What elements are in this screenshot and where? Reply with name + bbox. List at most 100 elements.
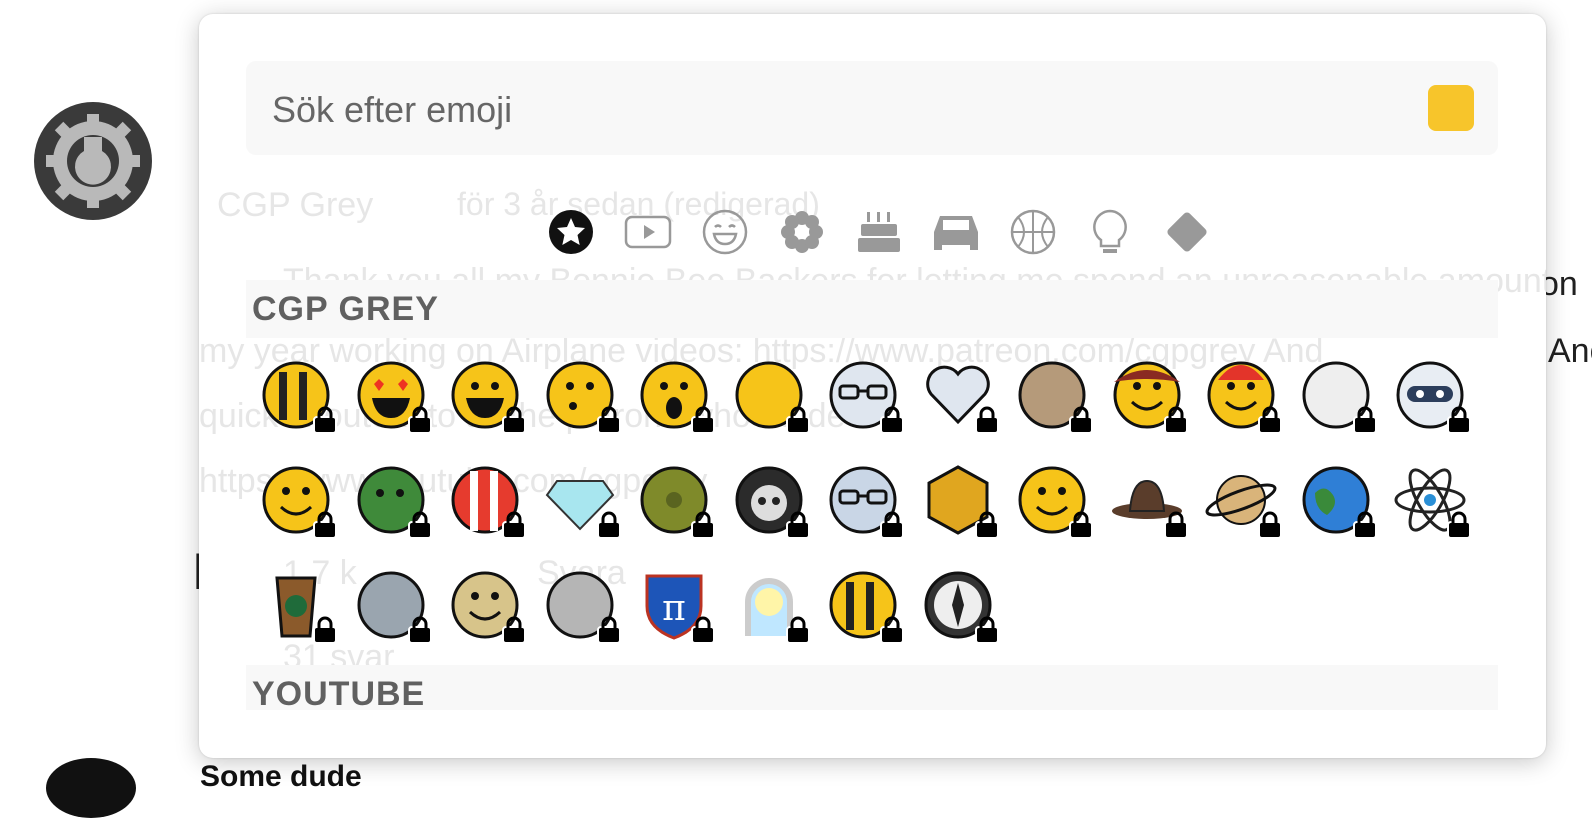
next-commenter-name[interactable]: Some dude bbox=[200, 760, 362, 794]
whistle-emoji[interactable] bbox=[540, 350, 621, 440]
fedora-emoji[interactable] bbox=[1107, 455, 1188, 545]
section-header-cgp-grey: CGP GREY bbox=[246, 280, 1498, 338]
tab-food[interactable] bbox=[847, 200, 911, 264]
lock-icon bbox=[1447, 511, 1471, 539]
lock-icon bbox=[1069, 511, 1093, 539]
lock-icon bbox=[502, 616, 526, 644]
lock-icon bbox=[1352, 406, 1377, 434]
queen-emoji[interactable] bbox=[540, 560, 621, 650]
lock-icon bbox=[785, 616, 810, 644]
lock-icon bbox=[974, 511, 999, 539]
diamond-icon bbox=[1167, 212, 1207, 252]
smile-emoji[interactable] bbox=[256, 455, 337, 545]
atom-emoji[interactable] bbox=[1390, 455, 1471, 545]
saturn-emoji[interactable] bbox=[1201, 455, 1282, 545]
emoji-search-input[interactable] bbox=[270, 79, 1374, 141]
emoji-picker: CGP Grey för 3 år sedan (redigerad) Than… bbox=[199, 14, 1546, 758]
robot-paperclip-emoji[interactable] bbox=[823, 455, 904, 545]
smiley-icon bbox=[702, 209, 748, 255]
tab-youtube[interactable] bbox=[616, 200, 680, 264]
grim-reaper-emoji[interactable] bbox=[729, 455, 810, 545]
emoji-scroll-area[interactable]: CGP GREY π YOUTUBE bbox=[246, 280, 1498, 710]
section-header-youtube: YOUTUBE bbox=[246, 665, 1498, 710]
emoji-category-bar bbox=[539, 192, 1219, 272]
robot-emoji[interactable] bbox=[1390, 350, 1471, 440]
lock-icon bbox=[313, 406, 337, 434]
gear-flask-icon bbox=[46, 114, 140, 208]
coffee-cup-emoji[interactable] bbox=[256, 560, 337, 650]
lock-icon bbox=[880, 511, 904, 539]
lock-icon bbox=[1163, 511, 1188, 539]
virus-emoji[interactable] bbox=[634, 455, 715, 545]
lock-icon bbox=[596, 511, 621, 539]
lock-icon bbox=[596, 406, 621, 434]
shark-emoji[interactable] bbox=[351, 560, 432, 650]
svg-text:π: π bbox=[662, 588, 686, 629]
heart-eyes-emoji[interactable] bbox=[351, 350, 432, 440]
coconut-emoji[interactable] bbox=[1012, 350, 1093, 440]
chicken-top-hat-emoji[interactable] bbox=[1296, 350, 1377, 440]
popcorn-emoji[interactable] bbox=[445, 455, 526, 545]
tab-travel[interactable] bbox=[924, 200, 988, 264]
lock-icon bbox=[785, 511, 810, 539]
lock-icon bbox=[407, 616, 432, 644]
skin-tone-button[interactable] bbox=[1428, 85, 1474, 131]
channel-avatar[interactable] bbox=[34, 102, 152, 220]
bee-emoji[interactable] bbox=[256, 350, 337, 440]
tab-objects[interactable] bbox=[1078, 200, 1142, 264]
hat-face-emoji[interactable] bbox=[1107, 350, 1188, 440]
tab-nature[interactable] bbox=[770, 200, 834, 264]
lock-icon bbox=[691, 511, 715, 539]
lock-icon bbox=[313, 616, 337, 644]
lock-icon bbox=[974, 406, 999, 434]
car-icon bbox=[934, 216, 978, 250]
flower-icon bbox=[781, 211, 823, 253]
lock-icon bbox=[502, 406, 526, 434]
commenter-avatar[interactable] bbox=[46, 758, 136, 818]
lock-icon bbox=[596, 616, 621, 644]
emoji-grid: π bbox=[246, 350, 1498, 665]
lock-icon bbox=[974, 616, 999, 644]
pi-sign-emoji[interactable]: π bbox=[634, 560, 715, 650]
earth-emoji[interactable] bbox=[1296, 455, 1377, 545]
lock-icon bbox=[1258, 511, 1282, 539]
tab-symbols[interactable] bbox=[1155, 200, 1219, 264]
lock-icon bbox=[1069, 406, 1093, 434]
pilot-bee-emoji[interactable] bbox=[823, 560, 904, 650]
lock-icon bbox=[691, 406, 715, 434]
laughing-emoji[interactable] bbox=[445, 350, 526, 440]
portal-emoji[interactable] bbox=[729, 560, 810, 650]
lock-icon bbox=[1352, 511, 1377, 539]
compass-emoji[interactable] bbox=[918, 560, 999, 650]
lock-icon bbox=[407, 406, 432, 434]
lock-icon bbox=[880, 406, 904, 434]
lock-icon bbox=[785, 406, 810, 434]
surprised-emoji[interactable] bbox=[634, 350, 715, 440]
tab-channel-emoji[interactable] bbox=[539, 200, 603, 264]
star-circle-icon bbox=[549, 210, 593, 254]
lock-icon bbox=[880, 616, 904, 644]
hand-sanitizer-emoji[interactable] bbox=[729, 350, 810, 440]
glasses-face-emoji[interactable] bbox=[823, 350, 904, 440]
lock-icon bbox=[502, 511, 526, 539]
thinking-emoji[interactable] bbox=[1012, 455, 1093, 545]
lock-icon bbox=[1447, 406, 1471, 434]
red-hat-face-emoji[interactable] bbox=[1201, 350, 1282, 440]
emoji-search-box bbox=[246, 61, 1498, 155]
diamond-gem-emoji[interactable] bbox=[540, 455, 621, 545]
lock-icon bbox=[1163, 406, 1188, 434]
cake-icon bbox=[858, 212, 900, 252]
lock-icon bbox=[691, 616, 715, 644]
heart-emoji[interactable] bbox=[918, 350, 999, 440]
basketball-icon bbox=[1010, 209, 1056, 255]
post-text-overflow-2: Ano bbox=[1548, 332, 1592, 370]
lock-icon bbox=[1258, 406, 1282, 434]
hexagon-emoji[interactable] bbox=[918, 455, 999, 545]
youtube-icon bbox=[624, 215, 672, 249]
lock-icon bbox=[407, 511, 432, 539]
green-blob-emoji[interactable] bbox=[351, 455, 432, 545]
tab-activities[interactable] bbox=[1001, 200, 1065, 264]
tab-smileys[interactable] bbox=[693, 200, 757, 264]
lightbulb-icon bbox=[1093, 209, 1127, 253]
blonde-lady-emoji[interactable] bbox=[445, 560, 526, 650]
